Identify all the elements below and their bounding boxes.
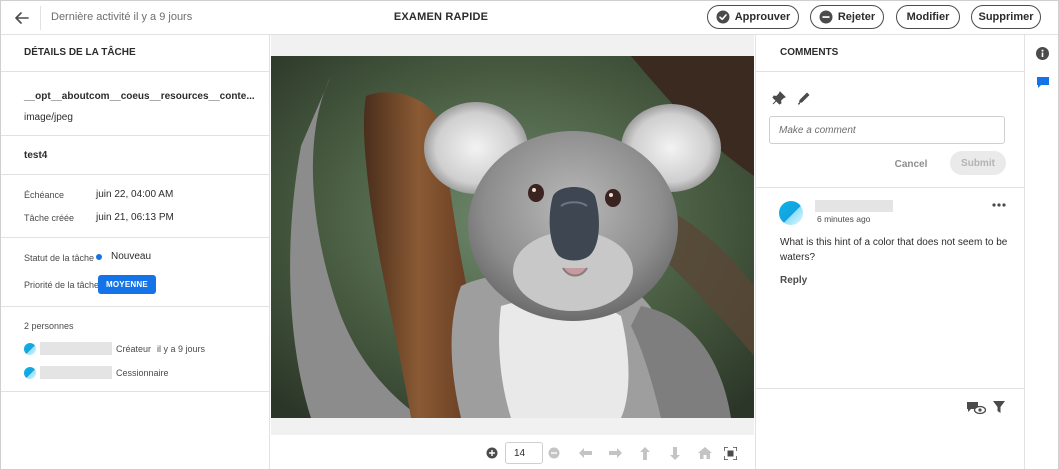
side-rail: [1024, 35, 1058, 469]
reject-label: Rejeter: [837, 11, 876, 23]
comments-header: COMMENTS: [756, 35, 1024, 72]
cancel-button[interactable]: Cancel: [886, 153, 936, 175]
koala-image[interactable]: [271, 56, 754, 418]
home-button[interactable]: [698, 446, 712, 460]
comments-rail-button[interactable]: [1037, 77, 1049, 89]
comment-icon: [1037, 77, 1049, 88]
task-name: test4: [24, 150, 48, 161]
koala-photo: [271, 56, 754, 418]
comment-visibility-button[interactable]: [966, 401, 987, 415]
checkmark-circle-icon: [716, 10, 730, 24]
comments-panel: COMMENTS Cancel Submit 6 minutes ago Wha…: [755, 35, 1024, 469]
down-icon: [670, 446, 680, 460]
up-icon: [640, 446, 650, 460]
app-frame: Dernière activité il y a 9 jours EXAMEN …: [0, 0, 1059, 470]
home-icon: [698, 447, 712, 459]
dates-section: Échéance juin 22, 04:00 AM Tâche créée j…: [1, 175, 269, 238]
file-section: __opt__aboutcom__coeus__resources__conte…: [1, 72, 269, 136]
fit-screen-button[interactable]: [723, 446, 737, 460]
people-section: 2 personnes Créateur il y a 9 jours Cess…: [1, 307, 269, 392]
delete-button[interactable]: Supprimer: [971, 5, 1041, 29]
due-value: juin 22, 04:00 AM: [96, 189, 174, 200]
viewer-toolbar: [271, 435, 754, 469]
comment-text: What is this hint of a color that does n…: [780, 237, 1008, 263]
pin-icon: [772, 91, 786, 105]
next-button[interactable]: [608, 446, 622, 460]
more-icon: [992, 203, 1006, 207]
redacted-name: [40, 366, 112, 379]
redacted-name: [40, 342, 112, 355]
task-details-header: DÉTAILS DE LA TÂCHE: [1, 35, 269, 72]
pencil-icon: [797, 92, 810, 105]
zoom-level-input[interactable]: [505, 442, 543, 464]
approve-button[interactable]: Approuver: [707, 5, 799, 29]
person-row: Créateur il y a 9 jours: [24, 342, 205, 355]
status-value: Nouveau: [111, 251, 152, 262]
info-icon: [1036, 47, 1049, 60]
previous-icon: [578, 448, 592, 458]
reject-button[interactable]: Rejeter: [810, 5, 884, 29]
minus-circle-icon: [819, 10, 833, 24]
previous-button[interactable]: [578, 446, 592, 460]
comment-visibility-icon: [967, 402, 987, 415]
redacted-author: [815, 200, 893, 212]
avatar: [24, 342, 36, 355]
status-dot: [96, 254, 102, 260]
file-name: __opt__aboutcom__coeus__resources__conte…: [24, 91, 255, 102]
modify-button[interactable]: Modifier: [896, 5, 960, 29]
info-button[interactable]: [1036, 47, 1049, 60]
comment-time: 6 minutes ago: [817, 214, 871, 224]
file-type: image/jpeg: [24, 112, 73, 123]
zoom-out-button[interactable]: [547, 446, 561, 460]
approve-label: Approuver: [734, 11, 791, 23]
person-role: Cessionnaire: [116, 367, 169, 378]
person-when: il y a 9 jours: [157, 343, 206, 354]
submit-button[interactable]: Submit: [950, 151, 1006, 175]
top-bar: Dernière activité il y a 9 jours EXAMEN …: [1, 1, 1058, 35]
image-viewer: [271, 35, 754, 469]
avatar: [779, 201, 803, 225]
person-role: Créateur: [116, 343, 152, 354]
person-row: Cessionnaire: [24, 366, 169, 379]
modify-label: Modifier: [906, 11, 950, 23]
priority-label: Priorité de la tâche: [24, 280, 100, 290]
task-details-panel: DÉTAILS DE LA TÂCHE __opt__aboutcom__coe…: [1, 35, 270, 469]
avatar: [24, 366, 36, 379]
task-name-section: test4: [1, 136, 269, 175]
pencil-button[interactable]: [797, 91, 811, 105]
next-icon: [608, 448, 622, 458]
fit-screen-icon: [723, 446, 737, 460]
filter-button[interactable]: [993, 401, 1005, 414]
status-section: Statut de la tâche Nouveau Priorité de l…: [1, 238, 269, 307]
comments-title: COMMENTS: [780, 47, 839, 58]
more-button[interactable]: [992, 200, 1006, 210]
task-details-title: DÉTAILS DE LA TÂCHE: [24, 47, 136, 58]
comment-input[interactable]: [769, 116, 1005, 144]
pin-button[interactable]: [772, 91, 786, 105]
zoom-out-icon: [548, 447, 560, 459]
pan-down-button[interactable]: [668, 446, 682, 460]
due-label: Échéance: [24, 190, 65, 200]
zoom-in-icon: [486, 447, 498, 459]
priority-badge: MOYENNE: [98, 275, 156, 294]
created-value: juin 21, 06:13 PM: [96, 212, 174, 223]
pan-up-button[interactable]: [638, 446, 652, 460]
reply-link[interactable]: Reply: [780, 275, 807, 286]
created-label: Tâche créée: [24, 213, 75, 223]
people-count: 2 personnes: [24, 321, 74, 331]
delete-label: Supprimer: [978, 11, 1034, 23]
comment-item: 6 minutes ago What is this hint of a col…: [756, 187, 1024, 389]
zoom-in-button[interactable]: [485, 446, 499, 460]
filter-icon: [993, 401, 1005, 413]
status-label: Statut de la tâche: [24, 253, 95, 263]
